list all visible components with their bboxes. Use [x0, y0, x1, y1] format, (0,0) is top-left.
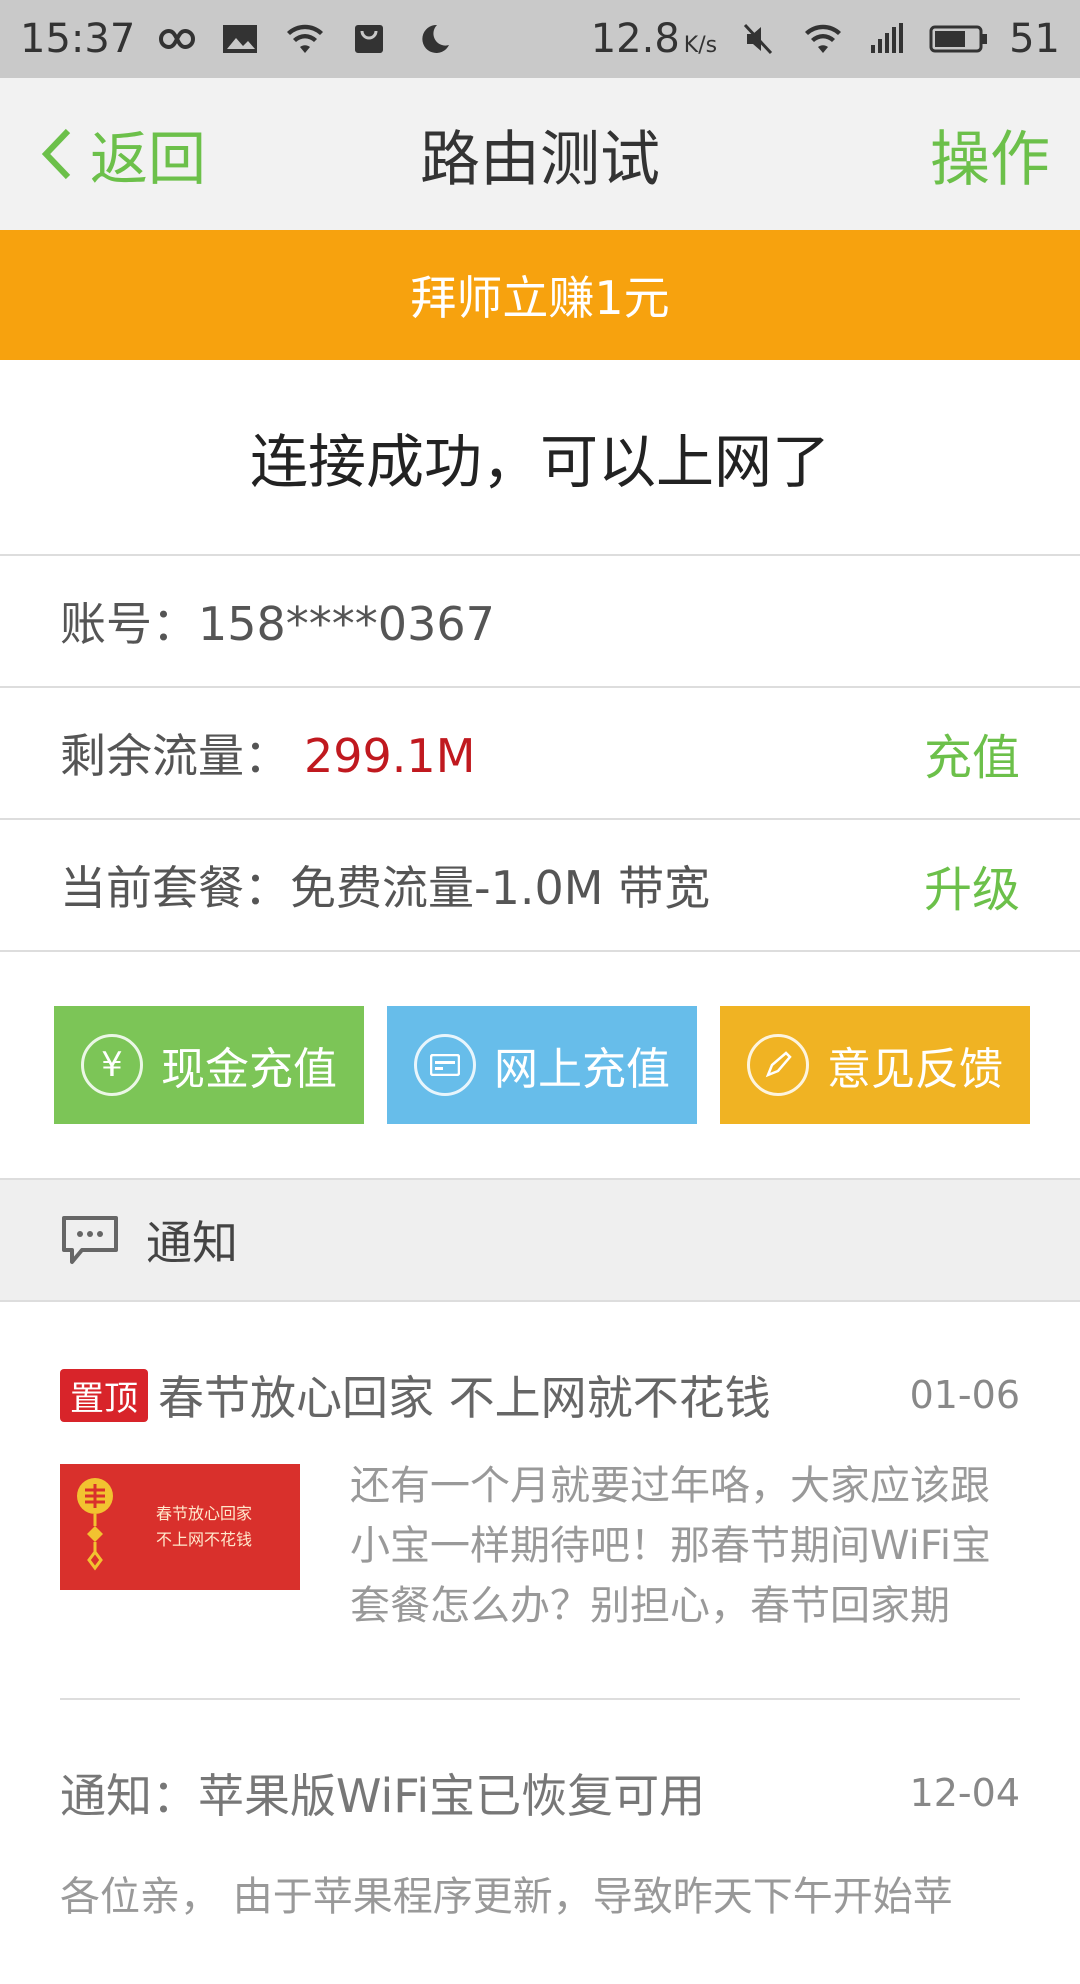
thumb-line-1: 春节放心回家 — [156, 1504, 253, 1523]
news-item[interactable]: 置顶 春节放心回家 不上网就不花钱 01-06 春节放心回家 不上网不花钱 还有… — [60, 1302, 1020, 1700]
traffic-value: 299.1M — [304, 729, 476, 783]
speed-value: 12.8 — [590, 16, 680, 62]
traffic-label: 剩余流量： — [60, 729, 290, 783]
notice-header: 通知 — [0, 1180, 1080, 1302]
news-date: 01-06 — [909, 1373, 1020, 1417]
battery-icon — [929, 25, 988, 53]
back-button[interactable]: 返回 — [40, 112, 206, 196]
notice-title: 通知 — [146, 1216, 238, 1270]
wifi-icon — [287, 24, 324, 53]
plan-row: 当前套餐：免费流量-1.0M 带宽 升级 — [0, 820, 1080, 952]
account-label: 账号： — [60, 597, 198, 651]
recharge-link[interactable]: 充值 — [924, 718, 1020, 788]
thumb-line-2: 不上网不花钱 — [156, 1530, 253, 1549]
cash-recharge-label: 现金充值 — [161, 1044, 337, 1095]
news-item[interactable]: 通知：苹果版WiFi宝已恢复可用 12-04 各位亲， 由于苹果程序更新，导致昨… — [60, 1700, 1020, 1984]
account-value: 158****0367 — [198, 597, 495, 651]
pen-icon — [747, 1034, 809, 1096]
network-speed: 12.8 K/s — [591, 16, 717, 62]
connection-status: 连接成功，可以上网了 — [0, 360, 1080, 556]
news-summary: 还有一个月就要过年咯，大家应该跟小宝一样期待吧！那春节期间WiFi宝套餐怎么办？… — [350, 1463, 991, 1629]
status-bar: 15:37 12.8 K/s 51 — [0, 0, 1080, 78]
shopping-bag-icon — [355, 25, 384, 53]
traffic-row: 剩余流量： 299.1M 充值 — [0, 688, 1080, 820]
cellular-4g-icon — [871, 23, 904, 53]
action-buttons: ¥ 现金充值 网上充值 意见反馈 — [0, 952, 1080, 1180]
news-summary: 各位亲， 由于苹果程序更新，导致昨天下午开始苹 — [60, 1874, 953, 1920]
status-time: 15:37 — [20, 16, 136, 62]
chat-bubble-icon — [62, 1216, 118, 1264]
promo-banner-text: 拜师立赚1元 — [410, 271, 670, 325]
image-icon — [223, 25, 258, 53]
cash-recharge-button[interactable]: ¥ 现金充值 — [54, 1006, 364, 1124]
operate-button[interactable]: 操作 — [930, 111, 1050, 198]
infinity-icon — [159, 28, 196, 50]
moon-icon — [422, 24, 450, 53]
speed-unit: K/s — [683, 33, 718, 58]
news-list: 置顶 春节放心回家 不上网就不花钱 01-06 春节放心回家 不上网不花钱 还有… — [0, 1302, 1080, 1984]
card-icon — [414, 1034, 476, 1096]
online-recharge-button[interactable]: 网上充值 — [387, 1006, 697, 1124]
chevron-left-icon — [41, 128, 71, 180]
news-thumbnail: 春节放心回家 不上网不花钱 — [60, 1464, 300, 1590]
online-recharge-label: 网上充值 — [494, 1044, 670, 1095]
wifi-signal-icon — [805, 24, 842, 53]
battery-level: 51 — [1009, 16, 1060, 62]
news-title: 通知：苹果版WiFi宝已恢复可用 — [60, 1769, 706, 1823]
news-title: 春节放心回家 不上网就不花钱 — [158, 1371, 771, 1425]
yuan-icon: ¥ — [81, 1034, 143, 1096]
feedback-label: 意见反馈 — [827, 1044, 1003, 1095]
nav-bar: 返回 路由测试 操作 — [0, 78, 1080, 230]
chinese-knot-icon — [77, 1478, 113, 1571]
news-date: 12-04 — [909, 1771, 1020, 1815]
pinned-badge: 置顶 — [60, 1368, 148, 1422]
promo-banner[interactable]: 拜师立赚1元 — [0, 230, 1080, 360]
feedback-button[interactable]: 意见反馈 — [720, 1006, 1030, 1124]
account-row: 账号：158****0367 — [0, 556, 1080, 688]
plan-label: 当前套餐：免费流量-1.0M 带宽 — [60, 861, 711, 915]
back-label: 返回 — [90, 125, 207, 193]
mute-icon — [743, 23, 773, 55]
upgrade-link[interactable]: 升级 — [924, 850, 1020, 920]
